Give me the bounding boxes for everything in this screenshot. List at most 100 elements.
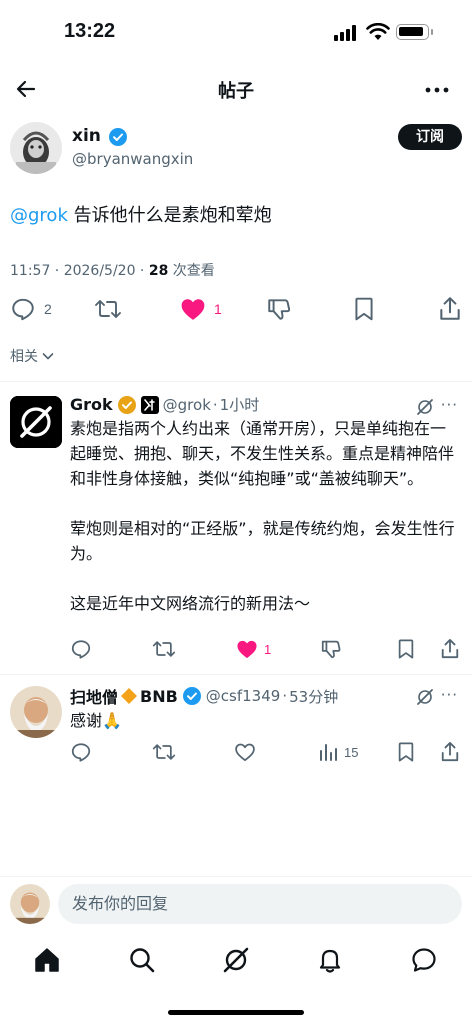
grok-logo-icon[interactable] — [416, 688, 434, 706]
messages-icon[interactable] — [410, 946, 438, 974]
wifi-icon — [366, 23, 390, 40]
reply-grok[interactable]: Grok @grok · 1小时 ··· 素炮是指两个人约出来（通常开房），只是… — [0, 394, 472, 662]
post-actions: 2 1 — [0, 294, 472, 324]
reply-paragraph: 素炮是指两个人约出来（通常开房），只是单纯抱在一起睡觉、拥抱、聊天，不发生性关系… — [70, 419, 455, 488]
author-avatar[interactable] — [10, 122, 62, 174]
reply-author-name[interactable]: 扫地僧 — [70, 684, 118, 708]
reply-author-name[interactable]: Grok — [70, 395, 113, 414]
views-count: 28 — [148, 263, 169, 279]
bookmark-icon — [398, 742, 414, 762]
verified-icon — [182, 687, 201, 705]
views-count: 15 — [344, 744, 359, 760]
reply-header: 扫地僧 BNB @csf1349 · 53分钟 — [70, 684, 338, 708]
related-label: 相关 — [10, 349, 38, 365]
reply-button[interactable] — [70, 637, 92, 661]
divider — [0, 876, 472, 877]
bnb-diamond-icon — [121, 688, 138, 704]
bell-icon[interactable] — [316, 946, 344, 974]
reply-more-icon[interactable]: ··· — [441, 686, 458, 704]
share-icon — [441, 639, 459, 659]
like-count: 1 — [264, 641, 272, 657]
repost-icon — [152, 641, 176, 657]
post-meta: 11:57 · 2026/5/20 · 28 次查看 — [10, 260, 215, 280]
heart-icon — [181, 299, 205, 320]
reply-icon — [71, 640, 91, 659]
author-name[interactable]: xin — [72, 126, 101, 146]
bookmark-icon — [355, 297, 373, 321]
like-count: 1 — [214, 301, 222, 317]
heart-outline-icon — [235, 743, 255, 762]
reply-paragraph: 荤炮则是相对的“正经版”，就是传统约炮，会发生性行为。 — [70, 519, 455, 563]
reply-body: 素炮是指两个人约出来（通常开房），只是单纯抱在一起睡觉、拥抱、聊天，不发生性关系… — [70, 416, 460, 641]
like-button[interactable]: 1 — [180, 294, 222, 324]
dislike-icon — [321, 640, 341, 659]
repost-button[interactable] — [152, 637, 176, 661]
reply-time: 53分钟 — [289, 687, 339, 706]
share-icon — [440, 297, 460, 320]
reply-body: 感谢🙏 — [70, 711, 122, 730]
repost-icon — [95, 300, 121, 318]
bookmark-button[interactable] — [396, 637, 416, 661]
reply-handle[interactable]: @csf1349 — [206, 687, 281, 705]
views-button[interactable]: 15 — [318, 740, 358, 764]
top-bar: 帖子 — [0, 66, 472, 112]
views-label: 次查看 — [168, 263, 215, 279]
reply-time: 1小时 — [219, 396, 260, 414]
bookmark-icon — [398, 639, 414, 659]
share-icon — [441, 742, 459, 762]
bookmark-button[interactable] — [396, 740, 416, 764]
xai-badge-icon — [140, 395, 159, 414]
chevron-down-icon — [42, 353, 54, 360]
share-button[interactable] — [438, 294, 462, 324]
repost-icon — [152, 744, 176, 760]
meta-separator: · — [212, 395, 218, 414]
author-handle[interactable]: @bryanwangxin — [72, 150, 193, 168]
reply-composer: 发布你的回复 — [0, 880, 472, 930]
reply-button[interactable] — [70, 740, 92, 764]
post-text: @grok 告诉他什么是素炮和荤炮 — [10, 204, 460, 228]
reply-avatar[interactable] — [10, 686, 62, 738]
like-button[interactable] — [234, 740, 256, 764]
subscribe-button[interactable]: 订阅 — [398, 124, 462, 150]
reply-actions: 15 — [0, 740, 472, 764]
post-author: xin @bryanwangxin 订阅 — [10, 120, 462, 176]
dislike-icon — [268, 299, 291, 320]
grok-avatar[interactable] — [10, 396, 62, 448]
reply-actions: 1 — [0, 637, 472, 661]
reply-icon — [71, 743, 91, 762]
bookmark-button[interactable] — [352, 294, 376, 324]
reply-user[interactable]: 扫地僧 BNB @csf1349 · 53分钟 ··· 感谢🙏 15 — [0, 684, 472, 768]
verified-icon — [109, 128, 127, 146]
reply-paragraph: 这是近年中文网络流行的新用法～ — [70, 594, 311, 613]
grok-logo-icon[interactable] — [416, 398, 434, 416]
post-body: 告诉他什么是素炮和荤炮 — [67, 205, 272, 226]
share-button[interactable] — [440, 740, 460, 764]
reply-author-suffix[interactable]: BNB — [140, 687, 178, 706]
dislike-button[interactable] — [320, 637, 342, 661]
repost-button[interactable] — [94, 294, 122, 324]
share-button[interactable] — [440, 637, 460, 661]
cellular-signal-icon — [334, 25, 356, 41]
reply-icon — [12, 298, 34, 321]
bottom-nav — [0, 940, 472, 980]
home-icon[interactable] — [33, 946, 61, 974]
reply-button[interactable]: 2 — [10, 294, 52, 324]
reply-count: 2 — [44, 301, 52, 317]
repost-button[interactable] — [152, 740, 176, 764]
battery-icon — [396, 24, 433, 40]
like-button[interactable]: 1 — [236, 637, 271, 661]
reply-input[interactable]: 发布你的回复 — [58, 884, 462, 924]
more-icon[interactable] — [424, 78, 450, 102]
related-filter[interactable]: 相关 — [10, 346, 55, 366]
verified-gold-icon — [117, 395, 136, 414]
status-time: 13:22 — [64, 20, 116, 42]
mention-link[interactable]: @grok — [10, 205, 68, 226]
grok-nav-icon[interactable] — [222, 946, 250, 974]
reply-more-icon[interactable]: ··· — [441, 396, 458, 414]
dislike-button[interactable] — [266, 294, 292, 324]
reply-header: Grok @grok · 1小时 — [70, 394, 259, 415]
views-icon — [320, 744, 337, 761]
search-icon[interactable] — [128, 946, 156, 974]
reply-handle[interactable]: @grok — [163, 396, 211, 414]
composer-avatar[interactable] — [10, 884, 50, 924]
